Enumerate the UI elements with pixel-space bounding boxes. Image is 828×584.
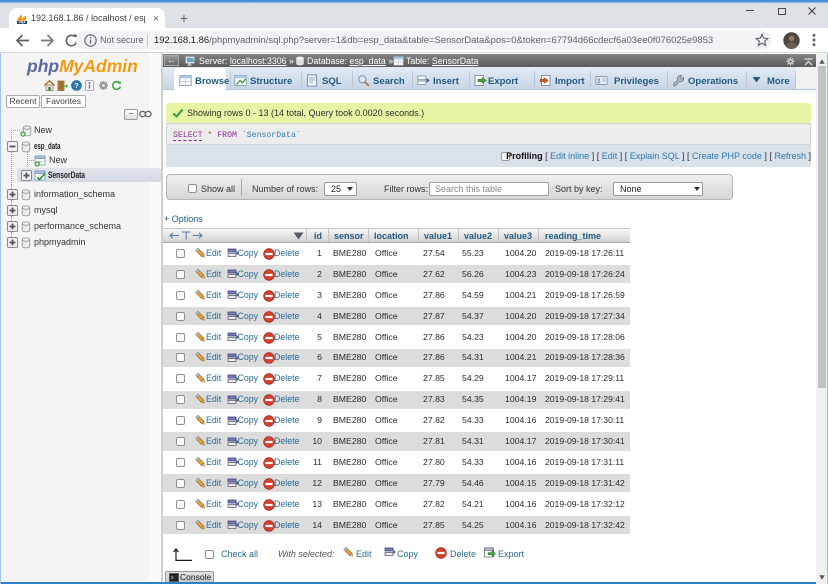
svg-text:?: ? xyxy=(74,81,79,90)
svg-text:PMA: PMA xyxy=(18,21,26,25)
